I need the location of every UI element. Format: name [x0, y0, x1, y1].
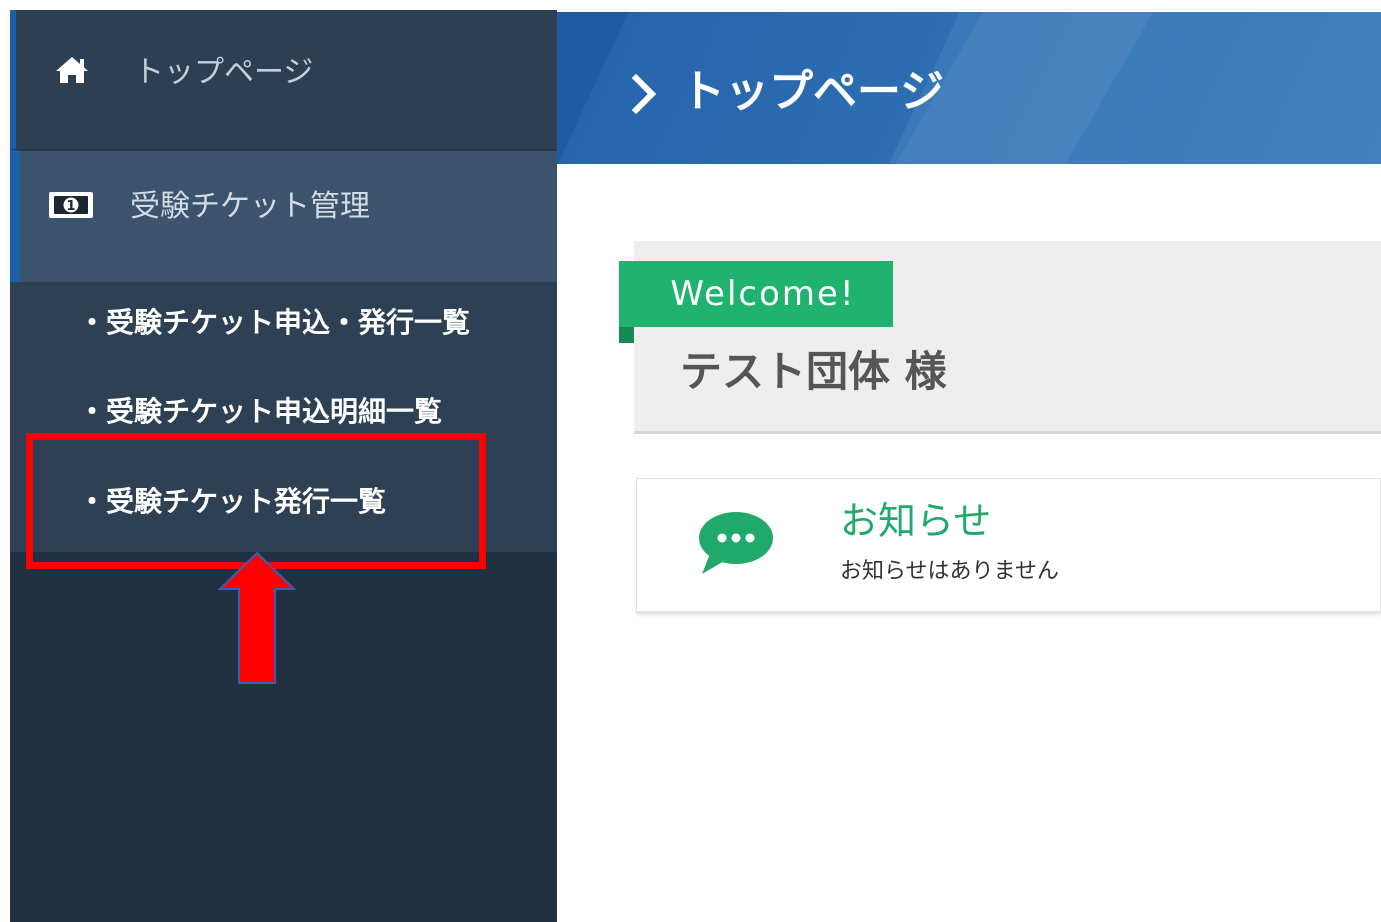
notice-title: お知らせ — [840, 499, 992, 543]
chevron-right-icon — [631, 74, 657, 114]
page-header: トップページ — [557, 12, 1381, 164]
top-strip — [557, 0, 1381, 10]
sidebar-item-home[interactable]: トップページ — [10, 10, 557, 149]
sidebar: トップページ 1 受験チケット管理 ・受験チケット申込・発行一覧 ・受験チケット… — [10, 10, 557, 922]
chat-bubble-icon — [699, 512, 773, 574]
sidebar-submenu: ・受験チケット申込・発行一覧 ・受験チケット申込明細一覧 ・受験チケット発行一覧 — [10, 282, 557, 552]
sidebar-item-application-detail-list[interactable]: ・受験チケット申込明細一覧 — [78, 395, 442, 429]
ribbon-fold — [619, 327, 634, 343]
ticket-icon: 1 — [48, 190, 94, 220]
sidebar-item-label: トップページ — [134, 55, 314, 90]
sidebar-group-label: 受験チケット管理 — [130, 189, 370, 224]
home-icon — [54, 56, 94, 84]
sidebar-group-ticket-management[interactable]: 1 受験チケット管理 — [10, 149, 557, 282]
svg-text:1: 1 — [66, 199, 75, 214]
sidebar-item-issue-list[interactable]: ・受験チケット発行一覧 — [78, 485, 386, 519]
welcome-badge: Welcome! — [619, 261, 893, 327]
page: トップページ 1 受験チケット管理 ・受験チケット申込・発行一覧 ・受験チケット… — [0, 0, 1381, 922]
page-title: トップページ — [681, 66, 945, 117]
organization-name: テスト団体 様 — [680, 347, 947, 396]
sidebar-item-application-issue-list[interactable]: ・受験チケット申込・発行一覧 — [78, 306, 470, 340]
notice-body: お知らせはありません — [840, 559, 1059, 584]
